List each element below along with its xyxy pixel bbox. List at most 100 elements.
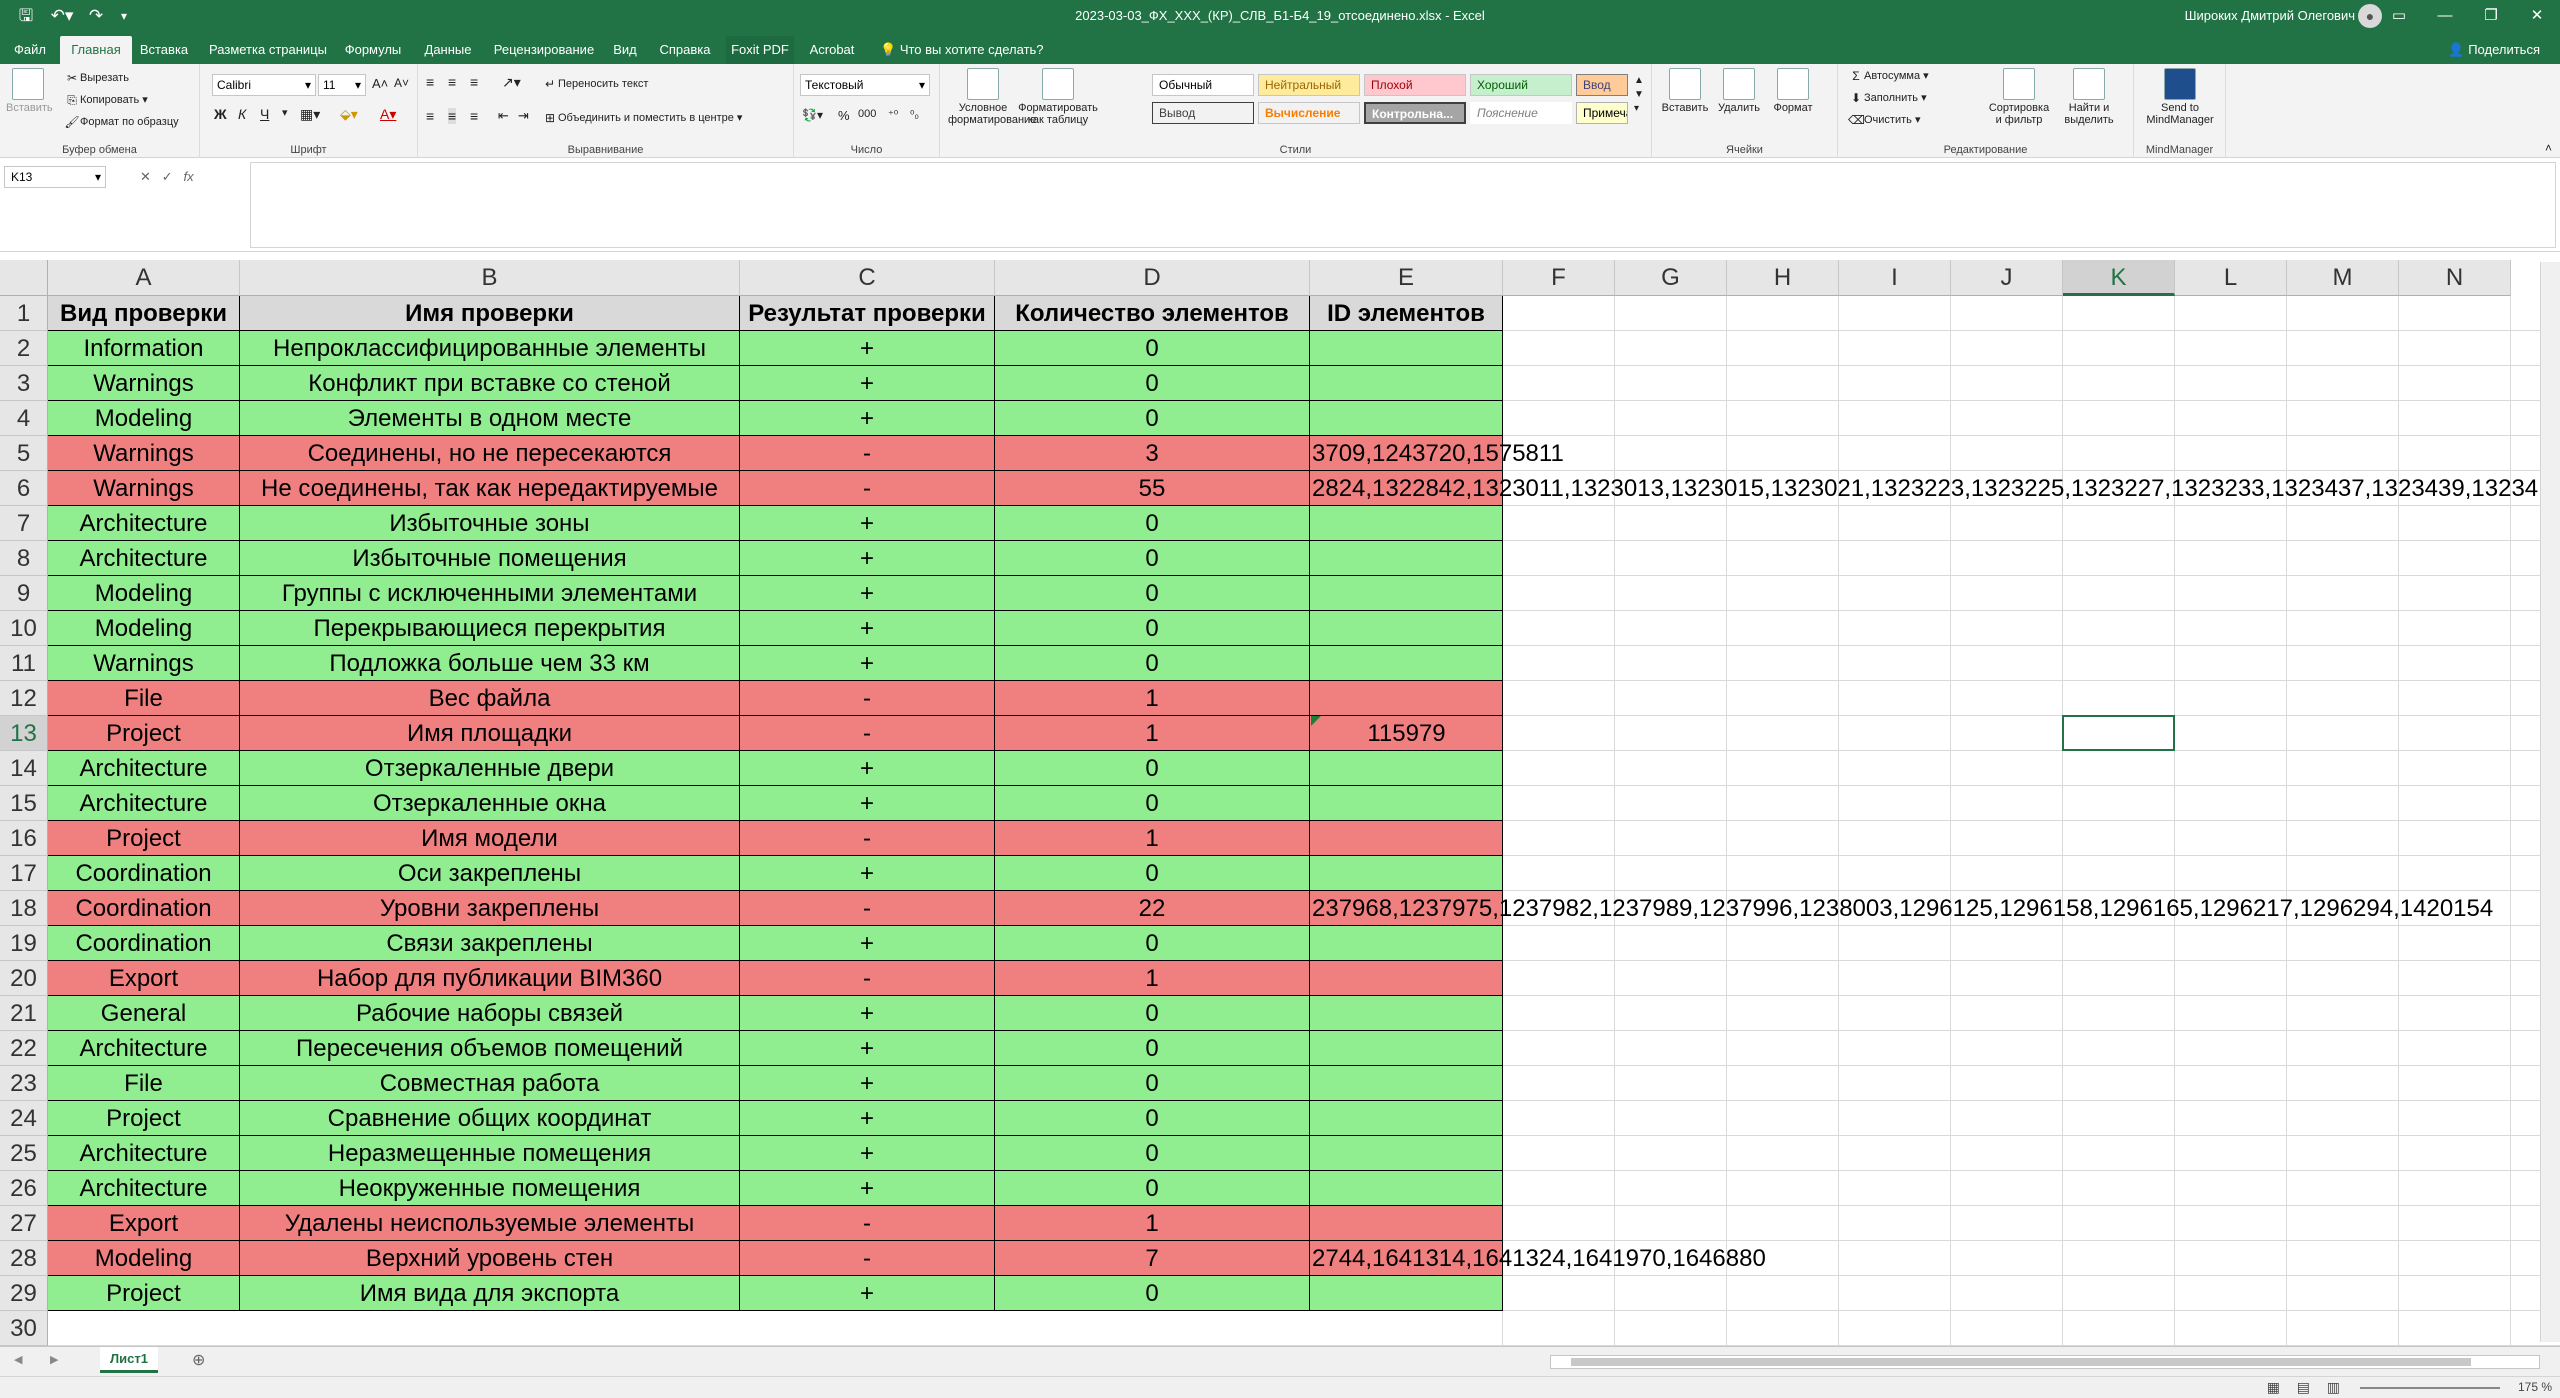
- increase-indent-icon[interactable]: ⇥: [518, 108, 529, 124]
- row-header-15[interactable]: 15: [0, 786, 48, 821]
- row-header-10[interactable]: 10: [0, 611, 48, 646]
- style-note[interactable]: Примечание: [1576, 102, 1628, 124]
- cancel-icon[interactable]: ✕: [140, 169, 151, 184]
- check-name-cell[interactable]: Не соединены, так как нередактируемые: [240, 471, 740, 506]
- row-header-23[interactable]: 23: [0, 1066, 48, 1101]
- check-name-cell[interactable]: Соединены, но не пересекаются: [240, 436, 740, 471]
- check-name-cell[interactable]: Перекрывающиеся перекрытия: [240, 611, 740, 646]
- find-select-button[interactable]: Найти и выделить: [2056, 68, 2122, 126]
- redo-icon[interactable]: ↷: [84, 4, 108, 28]
- align-top-icon[interactable]: ≡: [426, 74, 434, 90]
- check-type-cell[interactable]: Modeling: [48, 576, 240, 611]
- check-type-cell[interactable]: Architecture: [48, 751, 240, 786]
- check-type-cell[interactable]: Project: [48, 716, 240, 751]
- paste-button[interactable]: Вставить: [6, 68, 53, 114]
- check-type-cell[interactable]: Information: [48, 331, 240, 366]
- horizontal-scrollbar[interactable]: [1550, 1355, 2540, 1369]
- name-box[interactable]: K13 ▾: [4, 166, 106, 188]
- shrink-font-icon[interactable]: A˅: [394, 76, 409, 90]
- check-name-cell[interactable]: Оси закреплены: [240, 856, 740, 891]
- header-cell-a[interactable]: Вид проверки: [48, 296, 240, 331]
- borders-icon[interactable]: ▦▾: [300, 106, 320, 123]
- element-count-cell[interactable]: 0: [995, 856, 1310, 891]
- check-result-cell[interactable]: +: [740, 856, 995, 891]
- styles-scroll-icon[interactable]: ▲ ▼ ▾: [1634, 74, 1644, 116]
- check-type-cell[interactable]: Modeling: [48, 611, 240, 646]
- element-ids-cell[interactable]: [1310, 646, 1503, 681]
- vertical-scrollbar[interactable]: [2540, 262, 2560, 1342]
- element-count-cell[interactable]: 0: [995, 1276, 1310, 1311]
- check-result-cell[interactable]: -: [740, 471, 995, 506]
- row-header-1[interactable]: 1: [0, 296, 48, 331]
- check-name-cell[interactable]: Отзеркаленные окна: [240, 786, 740, 821]
- italic-button[interactable]: К: [238, 106, 246, 122]
- row-header-18[interactable]: 18: [0, 891, 48, 926]
- zoom-level[interactable]: 175 %: [2518, 1380, 2552, 1394]
- percent-icon[interactable]: %: [838, 108, 850, 123]
- font-size-select[interactable]: 11 ▾: [318, 74, 366, 96]
- check-name-cell[interactable]: Неразмещенные помещения: [240, 1136, 740, 1171]
- check-result-cell[interactable]: +: [740, 541, 995, 576]
- row-header-7[interactable]: 7: [0, 506, 48, 541]
- enter-icon[interactable]: ✓: [162, 169, 173, 184]
- element-count-cell[interactable]: 0: [995, 1101, 1310, 1136]
- merge-center-button[interactable]: ⊞ Объединить и поместить в центре ▾: [542, 110, 742, 126]
- column-header-g[interactable]: G: [1615, 260, 1727, 296]
- check-result-cell[interactable]: -: [740, 681, 995, 716]
- decrease-decimal-icon[interactable]: ⁰₀: [910, 108, 919, 121]
- style-good[interactable]: Хороший: [1470, 74, 1572, 96]
- column-header-a[interactable]: A: [48, 260, 240, 296]
- font-name-select[interactable]: Calibri ▾: [212, 74, 316, 96]
- check-name-cell[interactable]: Имя площадки: [240, 716, 740, 751]
- column-header-j[interactable]: J: [1951, 260, 2063, 296]
- check-result-cell[interactable]: +: [740, 996, 995, 1031]
- normal-view-icon[interactable]: ▦: [2267, 1379, 2280, 1396]
- check-name-cell[interactable]: Непроклассифицированные элементы: [240, 331, 740, 366]
- column-header-c[interactable]: C: [740, 260, 995, 296]
- check-type-cell[interactable]: Architecture: [48, 1031, 240, 1066]
- row-header-27[interactable]: 27: [0, 1206, 48, 1241]
- add-sheet-icon[interactable]: ⊕: [192, 1350, 205, 1370]
- bold-button[interactable]: Ж: [214, 106, 227, 122]
- collapse-ribbon-icon[interactable]: ˄: [2545, 141, 2552, 155]
- select-all-corner[interactable]: [0, 260, 48, 296]
- check-result-cell[interactable]: +: [740, 1136, 995, 1171]
- fill-color-icon[interactable]: ⬙▾: [340, 106, 358, 123]
- tab-formulas[interactable]: Формулы: [340, 36, 406, 64]
- check-name-cell[interactable]: Сравнение общих координат: [240, 1101, 740, 1136]
- row-header-8[interactable]: 8: [0, 541, 48, 576]
- page-break-view-icon[interactable]: ▥: [2327, 1379, 2340, 1396]
- tab-view[interactable]: Вид: [608, 36, 642, 64]
- column-header-b[interactable]: B: [240, 260, 740, 296]
- row-header-2[interactable]: 2: [0, 331, 48, 366]
- check-result-cell[interactable]: -: [740, 961, 995, 996]
- element-ids-cell[interactable]: [1310, 1136, 1503, 1171]
- check-name-cell[interactable]: Связи закреплены: [240, 926, 740, 961]
- close-icon[interactable]: ✕: [2514, 0, 2560, 32]
- conditional-formatting-button[interactable]: Условное форматирование: [948, 68, 1036, 126]
- undo-icon[interactable]: ↶▾: [46, 4, 78, 28]
- element-count-cell[interactable]: 0: [995, 401, 1310, 436]
- fx-icon[interactable]: fx: [184, 169, 194, 184]
- row-header-24[interactable]: 24: [0, 1101, 48, 1136]
- comma-style-icon[interactable]: 000: [858, 108, 876, 120]
- element-ids-cell[interactable]: [1310, 1206, 1503, 1241]
- check-result-cell[interactable]: +: [740, 576, 995, 611]
- element-count-cell[interactable]: 0: [995, 576, 1310, 611]
- check-type-cell[interactable]: Modeling: [48, 401, 240, 436]
- row-header-26[interactable]: 26: [0, 1171, 48, 1206]
- element-count-cell[interactable]: 0: [995, 506, 1310, 541]
- tab-file[interactable]: Файл: [8, 36, 52, 64]
- element-count-cell[interactable]: 0: [995, 611, 1310, 646]
- check-type-cell[interactable]: Coordination: [48, 856, 240, 891]
- style-normal[interactable]: Обычный: [1152, 74, 1254, 96]
- tab-home[interactable]: Главная: [60, 36, 132, 64]
- style-input[interactable]: Ввод: [1576, 74, 1628, 96]
- element-ids-cell[interactable]: [1310, 331, 1503, 366]
- page-layout-view-icon[interactable]: ▤: [2297, 1379, 2310, 1396]
- active-cell-selection[interactable]: [2062, 715, 2175, 751]
- check-type-cell[interactable]: Warnings: [48, 646, 240, 681]
- row-header-14[interactable]: 14: [0, 751, 48, 786]
- check-name-cell[interactable]: Удалены неиспользуемые элементы: [240, 1206, 740, 1241]
- row-header-29[interactable]: 29: [0, 1276, 48, 1311]
